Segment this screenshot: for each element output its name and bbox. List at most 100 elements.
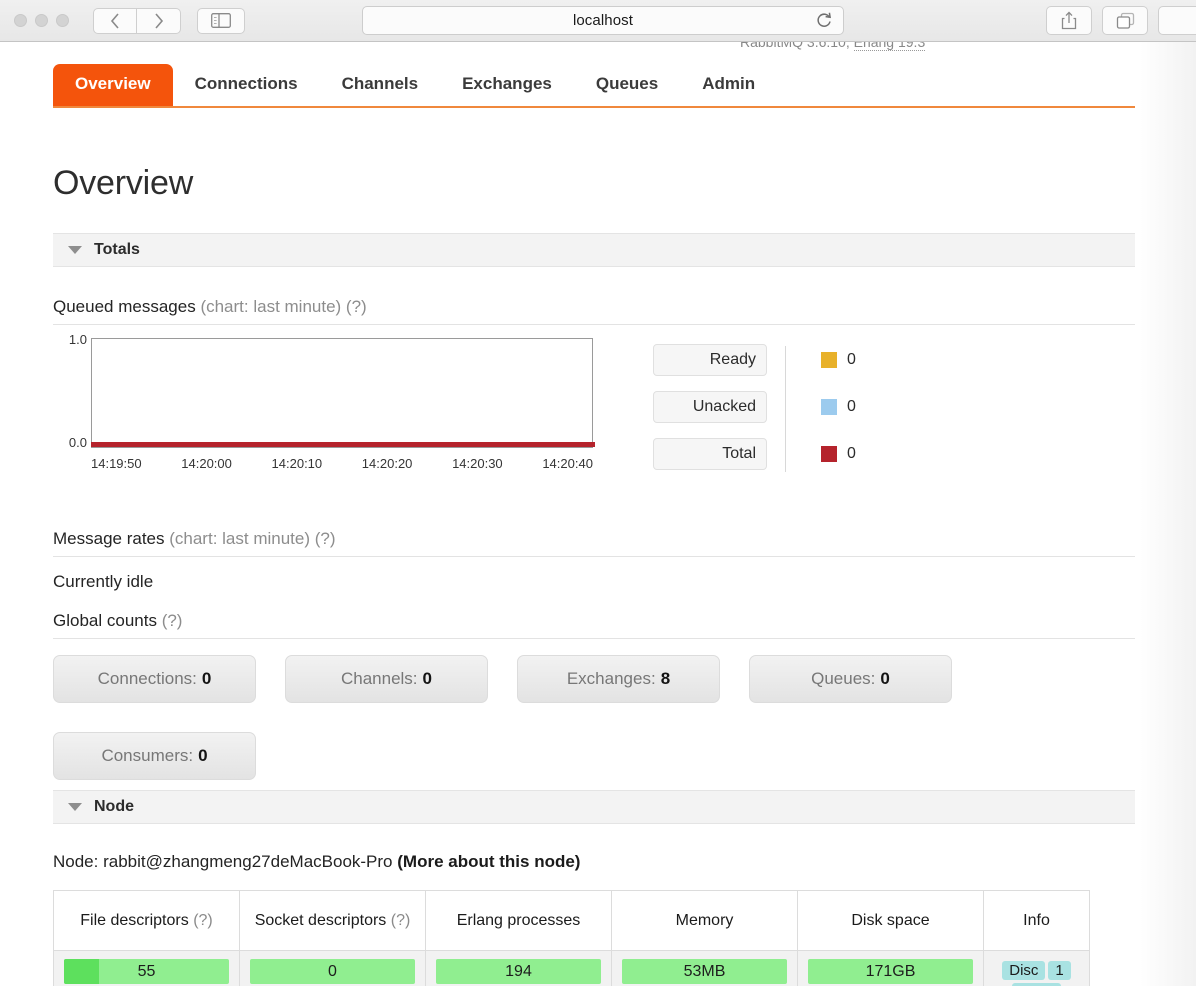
window-traffic-lights	[0, 14, 69, 27]
minimize-window-button[interactable]	[35, 14, 48, 27]
column-socket-descriptors[interactable]: Socket descriptors (?)	[239, 890, 426, 951]
legend-swatch-unacked	[821, 399, 837, 415]
legend-swatch-total	[821, 446, 837, 462]
rabbitmq-version: RabbitMQ 3.6.10,	[740, 42, 850, 50]
tab-overview[interactable]: Overview	[53, 64, 173, 106]
global-count-queues[interactable]: Queues: 0	[749, 655, 952, 703]
tab-exchanges[interactable]: Exchanges	[440, 64, 574, 106]
maximize-window-button[interactable]	[56, 14, 69, 27]
global-count-connections[interactable]: Connections: 0	[53, 655, 256, 703]
legend-value-ready: 0	[847, 351, 856, 368]
disk-space-bar: 171GB	[808, 959, 973, 984]
column-info[interactable]: Info	[983, 890, 1090, 951]
tab-channels[interactable]: Channels	[320, 64, 441, 106]
disk-space-value: 171GB	[865, 962, 916, 980]
navigation-buttons	[93, 7, 181, 34]
global-counts-hint: (?)	[161, 611, 183, 630]
totals-section-header[interactable]: Totals	[53, 233, 1135, 267]
badge-count[interactable]: 1	[1048, 960, 1071, 980]
legend-button-ready[interactable]: Ready	[653, 344, 767, 376]
column-memory[interactable]: Memory	[611, 890, 798, 951]
column-erlang-processes-label: Erlang processes	[456, 911, 581, 929]
version-info: RabbitMQ 3.6.10, Erlang 19.3	[740, 42, 926, 51]
badge-disc[interactable]: Disc	[1002, 960, 1046, 980]
tab-connections[interactable]: Connections	[173, 64, 320, 106]
socket-descriptors-value: 0	[328, 962, 337, 980]
global-count-consumers-value: 0	[198, 746, 208, 765]
forward-button[interactable]	[137, 7, 181, 34]
global-count-consumers-label: Consumers:	[101, 746, 194, 765]
legend-row-total: Total 0	[653, 438, 856, 470]
chevron-right-icon	[154, 12, 163, 29]
table-row: 55 256 available 0 138 available 194	[53, 950, 1090, 986]
x-axis-tick: 14:19:50	[91, 456, 142, 471]
node-stats-table: File descriptors (?) Socket descriptors …	[53, 890, 1090, 986]
chevron-down-icon	[68, 803, 82, 811]
column-file-descriptors-hint[interactable]: (?)	[193, 912, 213, 929]
memory-value: 53MB	[683, 962, 726, 980]
node-stats-table-wrap: File descriptors (?) Socket descriptors …	[53, 890, 1135, 986]
global-count-consumers[interactable]: Consumers: 0	[53, 732, 256, 780]
queued-messages-chart: 1.0 0.0 14:19:50 14:20:00 14:20:10 14:20…	[53, 332, 673, 487]
column-disk-space-label: Disk space	[851, 911, 930, 929]
reload-icon	[817, 12, 831, 27]
message-rates-hint: (chart: last minute) (?)	[169, 529, 336, 548]
column-socket-descriptors-hint[interactable]: (?)	[391, 912, 411, 929]
legend-button-total[interactable]: Total	[653, 438, 767, 470]
global-count-channels-value: 0	[422, 669, 433, 688]
legend-swatch-ready	[821, 352, 837, 368]
global-count-exchanges-label: Exchanges:	[566, 669, 656, 688]
global-counts-label: Global counts	[53, 611, 157, 630]
new-tab-button[interactable]	[1158, 6, 1196, 35]
global-counts-pills: Connections: 0 Channels: 0 Exchanges: 8 …	[53, 655, 1053, 780]
cell-disk-space: 171GB 48MB low watermark	[797, 950, 984, 986]
address-bar[interactable]: localhost	[362, 6, 844, 35]
show-tabs-button[interactable]	[1102, 6, 1148, 35]
global-count-connections-label: Connections:	[97, 669, 197, 688]
column-file-descriptors[interactable]: File descriptors (?)	[53, 890, 240, 951]
node-name: Node: rabbit@zhangmeng27deMacBook-Pro	[53, 852, 393, 871]
file-descriptors-value: 55	[137, 962, 156, 980]
file-descriptors-bar-fill	[64, 959, 99, 984]
erlang-processes-value: 194	[505, 962, 532, 980]
message-rates-status: Currently idle	[53, 572, 154, 591]
erlang-processes-bar: 194	[436, 959, 601, 984]
column-disk-space[interactable]: Disk space	[797, 890, 984, 951]
more-about-node-link[interactable]: (More about this node)	[397, 852, 580, 871]
x-axis-tick: 14:20:10	[271, 456, 323, 471]
back-button[interactable]	[93, 7, 137, 34]
x-axis-ticks: 14:19:50 14:20:00 14:20:10 14:20:20 14:2…	[91, 456, 593, 471]
browser-chrome: localhost	[0, 0, 1196, 42]
x-axis-tick: 14:20:30	[452, 456, 503, 471]
column-socket-descriptors-label: Socket descriptors	[254, 911, 387, 929]
message-rates-heading: Message rates (chart: last minute) (?)	[53, 529, 1135, 557]
totals-section-label: Totals	[94, 241, 140, 258]
legend-button-unacked[interactable]: Unacked	[653, 391, 767, 423]
sidebar-toggle-icon	[211, 13, 231, 28]
sidebar-toggle-button[interactable]	[197, 7, 245, 34]
global-count-exchanges[interactable]: Exchanges: 8	[517, 655, 720, 703]
y-axis-tick-max: 1.0	[68, 332, 87, 347]
chart-plot-area	[91, 338, 593, 448]
share-icon	[1061, 11, 1077, 30]
queued-messages-hint: (chart: last minute) (?)	[200, 297, 367, 316]
socket-descriptors-bar: 0	[250, 959, 415, 984]
node-section-header[interactable]: Node	[53, 790, 1135, 824]
tab-admin[interactable]: Admin	[680, 64, 777, 106]
share-button[interactable]	[1046, 6, 1092, 35]
global-count-queues-value: 0	[880, 669, 890, 688]
reload-button[interactable]	[815, 11, 833, 36]
url-text: localhost	[572, 12, 634, 29]
memory-bar: 53MB	[622, 959, 787, 984]
close-window-button[interactable]	[14, 14, 27, 27]
global-count-channels[interactable]: Channels: 0	[285, 655, 488, 703]
column-erlang-processes[interactable]: Erlang processes	[425, 890, 612, 951]
node-name-line: Node: rabbit@zhangmeng27deMacBook-Pro (M…	[53, 852, 580, 872]
badge-stats[interactable]: Stats	[1012, 982, 1061, 986]
cell-info: Disc 1 Stats	[983, 950, 1090, 986]
page-title: Overview	[53, 164, 194, 202]
x-axis-tick: 14:20:40	[542, 456, 593, 471]
chevron-down-icon	[68, 246, 82, 254]
chart-legend: Ready 0 Unacked 0 Total 0	[653, 344, 856, 485]
tab-queues[interactable]: Queues	[574, 64, 680, 106]
